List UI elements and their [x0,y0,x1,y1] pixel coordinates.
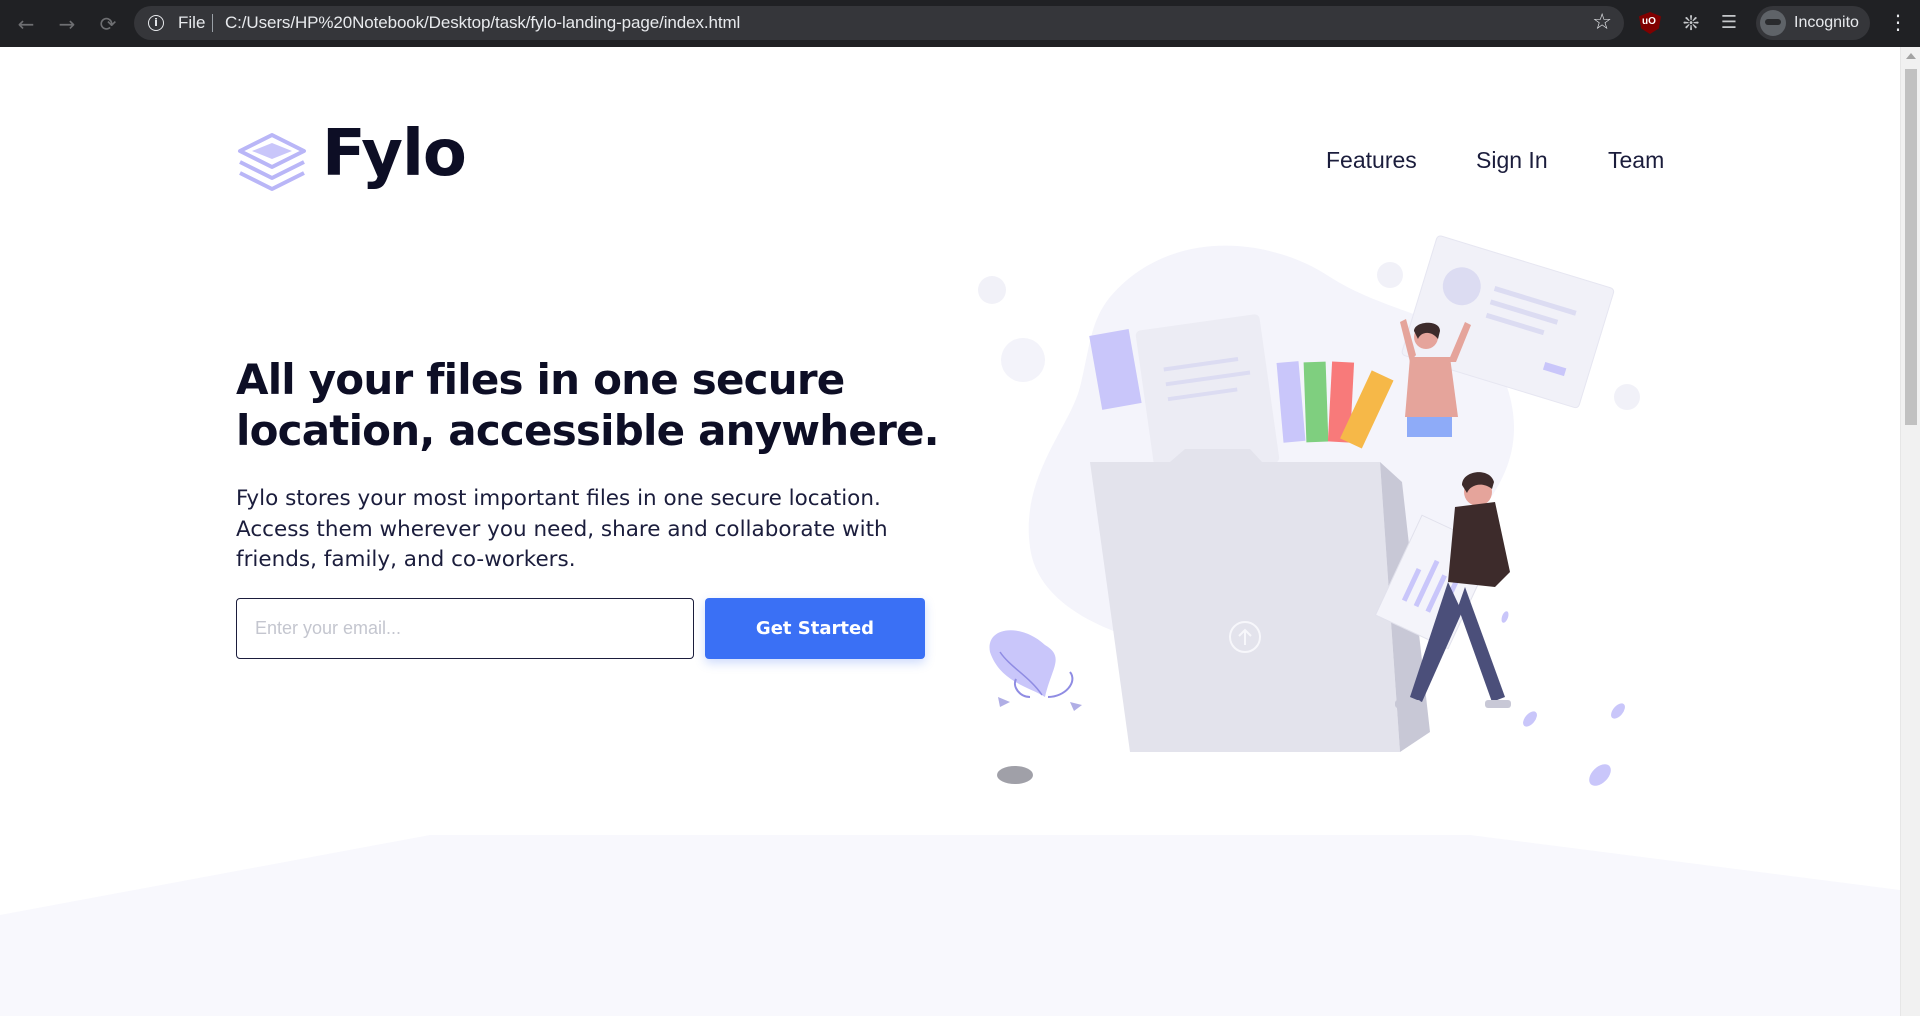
scroll-up-icon[interactable] [1906,53,1916,59]
url-text[interactable]: C:/Users/HP%20Notebook/Desktop/task/fylo… [225,13,740,33]
file-label: File [178,13,206,32]
headline-line-1: All your files in one secure [236,355,845,404]
ublock-icon[interactable] [1639,12,1661,34]
logo-text: Fylo [322,117,467,191]
forward-icon[interactable]: → [55,12,79,36]
media-icon[interactable]: ☰ [1718,12,1740,34]
hero-description: Fylo stores your most important files in… [236,486,888,572]
back-icon[interactable]: ← [14,12,38,36]
address-bar[interactable]: i File C:/Users/HP%20Notebook/Desktop/ta… [134,6,1624,40]
nav-features[interactable]: Features [1326,147,1417,174]
section-background [0,835,1900,1016]
page-viewport: Fylo Features Sign In Team All your file… [0,47,1900,1016]
profile-label: Incognito [1794,14,1859,31]
hero-headline: All your files in one secure location, a… [236,354,976,456]
star-icon[interactable]: ☆ [1592,10,1612,35]
email-input[interactable] [236,598,694,659]
profile-button[interactable]: Incognito [1756,6,1870,40]
browser-toolbar: ← → ⟳ i File C:/Users/HP%20Notebook/Desk… [0,0,1920,47]
nav-sign-in[interactable]: Sign In [1476,147,1548,174]
scrollbar[interactable] [1900,47,1920,1016]
get-started-button[interactable]: Get Started [705,598,925,659]
nav-team[interactable]: Team [1608,147,1664,174]
incognito-icon [1760,10,1786,36]
info-icon[interactable]: i [148,15,164,31]
puzzle-icon[interactable]: ❊ [1680,12,1702,34]
hero-illustration [978,235,1640,786]
kebab-icon[interactable]: ⋮ [1888,10,1908,34]
reload-icon[interactable]: ⟳ [96,12,120,36]
scroll-thumb[interactable] [1905,69,1917,425]
divider [212,14,213,32]
headline-line-2: location, accessible anywhere. [236,406,940,455]
logo-stack-icon [238,133,306,191]
